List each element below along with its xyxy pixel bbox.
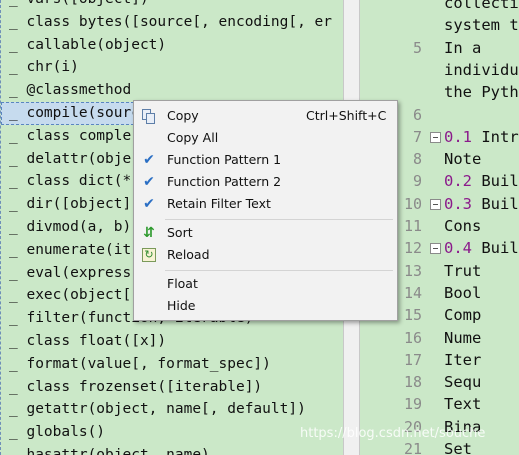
code-line-text: Nume — [444, 328, 482, 347]
code-line-text: individu — [444, 60, 519, 79]
code-text: Note — [444, 148, 481, 170]
code-line-text: Buil — [472, 239, 519, 258]
fold-collapse-icon[interactable] — [430, 198, 441, 210]
sort-icon: ⇵ — [143, 225, 155, 241]
function-list-item[interactable]: _ vars([object]) — [1, 0, 343, 11]
menu-separator — [165, 219, 393, 220]
code-text: 0.4 Buil — [444, 237, 519, 259]
fold-collapse-icon[interactable] — [430, 131, 441, 143]
code-line-text: Comp — [444, 306, 482, 325]
editor-line[interactable]: 16 Nume — [360, 327, 519, 349]
menu-item-copy-all[interactable]: Copy All — [136, 127, 395, 149]
menu-item-label: Function Pattern 2 — [167, 174, 282, 189]
code-text: Trut — [444, 260, 481, 282]
menu-separator — [165, 270, 393, 271]
function-list-item[interactable]: _ class frozenset([iterable]) — [1, 376, 343, 399]
editor-line[interactable]: 19 Text — [360, 393, 519, 415]
code-text: In a — [444, 37, 481, 59]
code-line-text: Intr — [472, 127, 519, 146]
copy-icon — [140, 107, 158, 125]
function-list-item[interactable]: _ globals() — [1, 421, 343, 444]
menu-item-label: Sort — [167, 225, 193, 240]
menu-item-label: Float — [167, 276, 198, 291]
line-number: 19 — [403, 395, 422, 414]
section-number: 0.1 — [444, 127, 472, 146]
menu-item-reload[interactable]: ↻ Reload — [136, 244, 395, 266]
function-list-item[interactable]: _ class float([x]) — [1, 330, 343, 353]
section-number: 0.2 — [444, 172, 472, 191]
editor-line[interactable]: 18 Sequ — [360, 371, 519, 393]
line-number: 18 — [403, 373, 422, 392]
check-icon: ✔ — [143, 196, 155, 212]
function-list-item[interactable]: _ getattr(object, name[, default]) — [1, 398, 343, 421]
line-number: 17 — [403, 350, 422, 369]
code-line-text: Set — [444, 440, 472, 455]
menu-item-float[interactable]: Float — [136, 273, 395, 295]
code-text: Nume — [444, 327, 481, 349]
code-line-text: system t — [444, 16, 519, 35]
code-text: the Pyth — [444, 81, 519, 103]
code-line-text: collecti — [444, 0, 519, 12]
code-line-text: Buil — [472, 172, 519, 191]
menu-item-label: Reload — [167, 247, 210, 262]
code-line-text: Cons — [444, 217, 482, 235]
code-text: collecti — [444, 0, 519, 14]
code-line-text: Buil — [472, 194, 519, 213]
menu-item-label: Retain Filter Text — [167, 196, 271, 211]
section-number: 0.4 — [444, 239, 472, 258]
editor-line[interactable]: system t — [360, 14, 519, 36]
function-list-item[interactable]: _ class bytes([source[, encoding[, er — [1, 11, 343, 34]
context-menu: Copy Ctrl+Shift+C Copy All ✔ Function Patter… — [133, 100, 398, 321]
code-line-text: Trut — [444, 261, 482, 280]
line-number: 5 — [412, 38, 422, 57]
menu-item-label: Function Pattern 1 — [167, 152, 282, 167]
code-text: individu — [444, 59, 519, 81]
menu-item-copy[interactable]: Copy Ctrl+Shift+C — [136, 105, 395, 127]
code-text: system t — [444, 14, 519, 36]
code-line-text: Note — [444, 150, 482, 169]
watermark: https://blog.csdn.net/souche — [300, 426, 486, 441]
code-text: Cons — [444, 215, 481, 237]
code-text: 0.2 Buil — [444, 170, 519, 192]
function-list-item[interactable]: _ @classmethod — [1, 79, 343, 102]
menu-item-retain-filter-text[interactable]: ✔ Retain Filter Text — [136, 193, 395, 215]
menu-item-hide[interactable]: Hide — [136, 295, 395, 317]
editor-line[interactable]: 17 Iter — [360, 349, 519, 371]
code-text: Sequ — [444, 371, 481, 393]
line-number: 16 — [403, 328, 422, 347]
code-text: Comp — [444, 304, 481, 326]
code-text: 0.3 Buil — [444, 193, 519, 215]
menu-item-function-pattern-1[interactable]: ✔ Function Pattern 1 — [136, 149, 395, 171]
check-icon: ✔ — [143, 152, 155, 168]
function-list-item[interactable]: _ callable(object) — [1, 34, 343, 57]
code-text: Bool — [444, 282, 481, 304]
function-list-item[interactable]: _ hasattr(object, name) — [1, 444, 343, 455]
menu-item-sort[interactable]: ⇵ Sort — [136, 222, 395, 244]
check-icon: ✔ — [143, 174, 155, 190]
function-list-item[interactable]: _ chr(i) — [1, 56, 343, 79]
code-line-text: the Pyth — [444, 83, 519, 102]
code-text: Iter — [444, 349, 481, 371]
menu-item-label: Copy All — [167, 130, 219, 145]
editor-line[interactable]: 5 In a — [360, 37, 519, 59]
code-line-text: Sequ — [444, 373, 482, 392]
code-line-text: Iter — [444, 350, 482, 369]
function-list-item[interactable]: _ format(value[, format_spec]) — [1, 353, 343, 376]
editor-line[interactable]: collecti — [360, 0, 519, 14]
fold-collapse-icon[interactable] — [430, 243, 441, 255]
reload-icon: ↻ — [140, 246, 158, 264]
code-line-text: Bool — [444, 283, 482, 302]
code-line-text: In a — [444, 38, 482, 57]
menu-item-label: Hide — [167, 298, 196, 313]
code-text: Text — [444, 393, 481, 415]
menu-item-shortcut: Ctrl+Shift+C — [306, 108, 387, 123]
menu-item-label: Copy — [167, 108, 199, 123]
editor-line[interactable]: individu — [360, 59, 519, 81]
code-text: 0.1 Intr — [444, 126, 519, 148]
section-number: 0.3 — [444, 194, 472, 213]
menu-item-function-pattern-2[interactable]: ✔ Function Pattern 2 — [136, 171, 395, 193]
code-line-text: Text — [444, 395, 482, 414]
